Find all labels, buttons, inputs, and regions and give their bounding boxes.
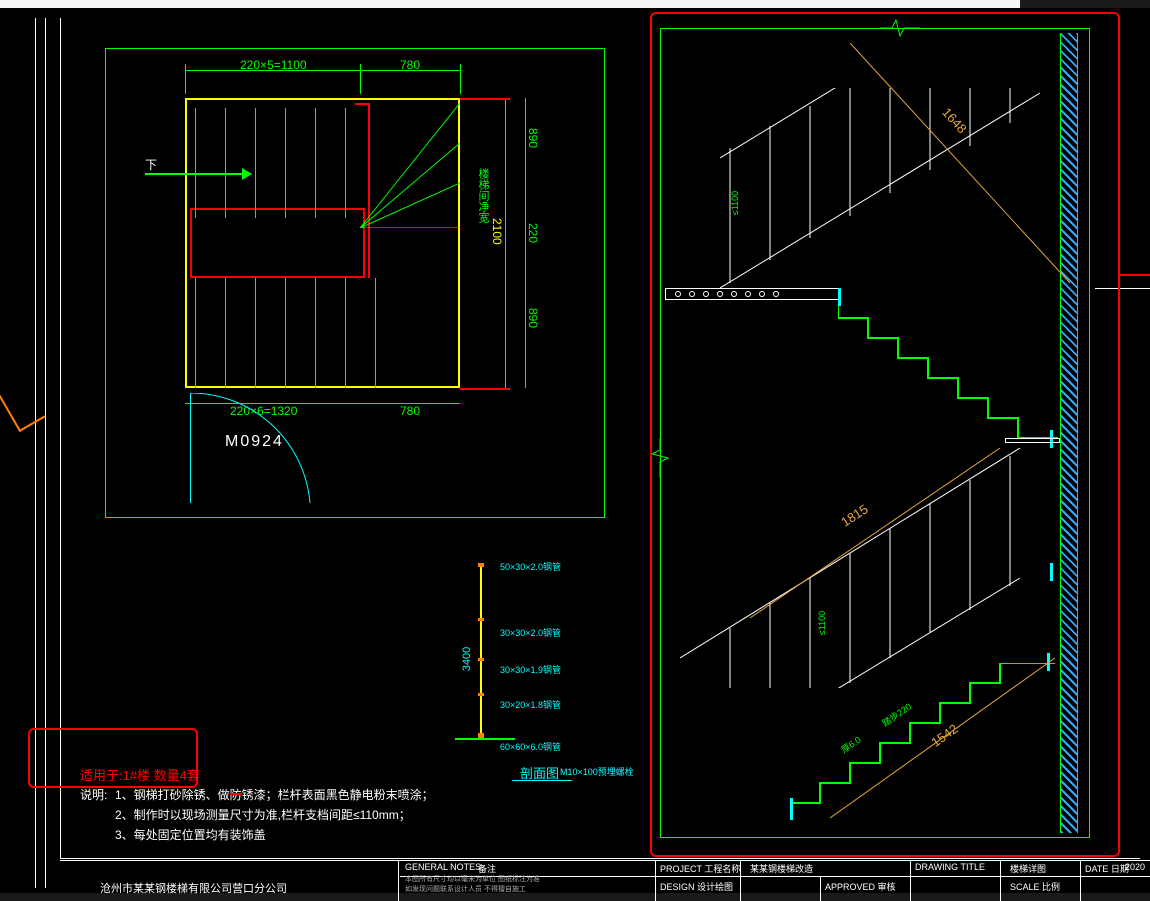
notes-n1: 1、钢梯打砂除锈、做防锈漆；栏杆表面黑色静电粉末喷涂；: [115, 786, 434, 803]
plan-right-dim2: 220: [526, 223, 540, 243]
detail-label-1: 30×30×2.0钢管: [500, 626, 561, 639]
tb-approved: APPROVED 审核: [825, 880, 896, 893]
notes-n3: 3、每处固定位置均有装饰盖: [115, 826, 266, 843]
plan-top-dim2: 780: [400, 58, 420, 72]
notes-n2: 2、制作时以现场测量尺寸为准,栏杆支档间距≤110mm；: [115, 806, 411, 823]
plan-right-dim1: 890: [526, 128, 540, 148]
tb-drawing-title: DRAWING TITLE: [915, 862, 985, 872]
down-arrow-label: 下: [145, 156, 157, 173]
plan-top-dim1: 220×5=1100: [240, 58, 307, 72]
detail-top-dim: 50×30×2.0钢管: [500, 560, 561, 573]
tb-project-val: 某某钢楼梯改造: [750, 862, 813, 875]
tb-project: PROJECT 工程名称: [660, 862, 740, 875]
notes-title: 说明:: [80, 786, 107, 803]
detail-label-3: 30×20×1.8钢管: [500, 698, 561, 711]
cad-canvas[interactable]: 220×5=1100 780 下 890 220 890 2100 楼梯间净宽 …: [0, 8, 1150, 893]
tb-date-val: 2020: [1125, 862, 1145, 872]
tb-general-notes: GENERAL NOTES: [405, 862, 481, 872]
tb-company: 沧州市某某钢楼梯有限公司营口分公司: [100, 880, 287, 896]
tb-date: DATE 日期: [1085, 862, 1129, 875]
plan-bot-dim2: 780: [400, 404, 420, 418]
tb-design: DESIGN 设计绘图: [660, 880, 733, 893]
detail-bottom-dim: 60×60×6.0钢管: [500, 740, 561, 753]
plan-right-label: 楼梯间净宽: [475, 168, 491, 223]
detail-label-2: 30×30×1.9钢管: [500, 663, 561, 676]
annotation-box-right: [650, 12, 1120, 857]
detail-height: 3400: [461, 647, 473, 671]
plan-right-total: 2100: [490, 218, 504, 245]
plan-right-dim3: 890: [526, 308, 540, 328]
tb-dt-val: 楼梯详图: [1010, 862, 1046, 875]
tb-scale: SCALE 比例: [1010, 880, 1060, 893]
annotation-box-left: [28, 728, 198, 788]
detail-bottom-label: M10×100预埋螺栓: [560, 765, 634, 778]
